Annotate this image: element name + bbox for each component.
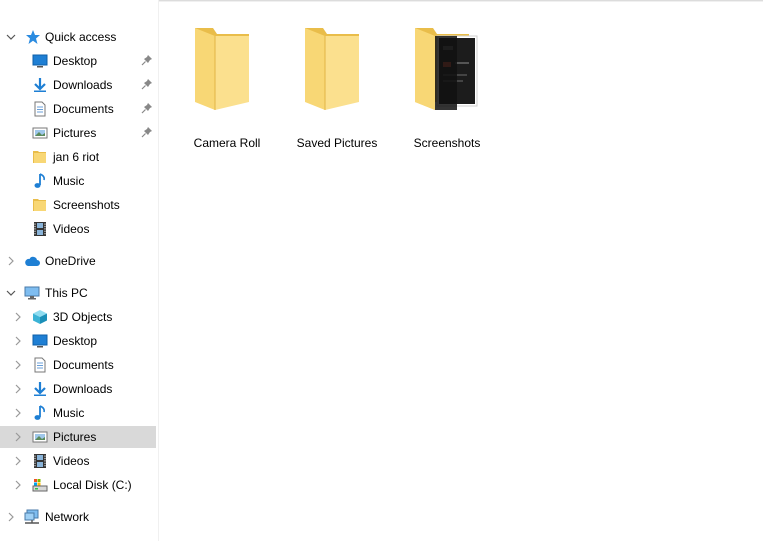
download-arrow-icon xyxy=(32,381,48,397)
nav-label: OneDrive xyxy=(45,254,96,268)
nav-quick-desktop[interactable]: Desktop xyxy=(0,50,156,72)
folder-icon xyxy=(177,22,277,110)
music-note-icon xyxy=(32,405,48,421)
folder-name: Saved Pictures xyxy=(296,136,378,150)
nav-pc-local-disk[interactable]: Local Disk (C:) xyxy=(0,474,156,496)
cloud-icon xyxy=(24,253,40,269)
chevron-right-icon[interactable] xyxy=(13,480,23,490)
nav-this-pc[interactable]: This PC xyxy=(0,282,156,304)
nav-label: Documents xyxy=(53,102,114,116)
folder-item-camera-roll[interactable]: Camera Roll xyxy=(177,22,277,150)
folder-name: Camera Roll xyxy=(193,136,261,150)
chevron-down-icon[interactable] xyxy=(6,288,16,298)
nav-pc-music[interactable]: Music xyxy=(0,402,156,424)
folder-icon xyxy=(32,149,48,165)
nav-quick-music[interactable]: Music xyxy=(0,170,156,192)
pictures-icon xyxy=(32,429,48,445)
nav-network[interactable]: Network xyxy=(0,506,156,528)
document-icon xyxy=(32,357,48,373)
pin-icon[interactable] xyxy=(141,102,153,114)
pictures-icon xyxy=(32,125,48,141)
film-strip-icon xyxy=(32,221,48,237)
nav-label: Screenshots xyxy=(53,198,120,212)
nav-label: Videos xyxy=(53,454,90,468)
nav-label: Pictures xyxy=(53,126,97,140)
nav-label: Network xyxy=(45,510,90,524)
folder-name: Screenshots xyxy=(413,136,481,150)
folder-icon xyxy=(32,197,48,213)
nav-label: Quick access xyxy=(45,30,117,44)
star-icon xyxy=(25,29,41,45)
nav-label: This PC xyxy=(45,286,88,300)
nav-pc-downloads[interactable]: Downloads xyxy=(0,378,156,400)
nav-label: Music xyxy=(53,174,85,188)
nav-pc-documents[interactable]: Documents xyxy=(0,354,156,376)
document-icon xyxy=(32,101,48,117)
nav-label: Music xyxy=(53,406,85,420)
navigation-pane[interactable]: Quick access Desktop Downloads Documents xyxy=(0,0,159,541)
nav-quick-access[interactable]: Quick access xyxy=(0,26,156,48)
desktop-icon xyxy=(32,53,48,69)
chevron-right-icon[interactable] xyxy=(6,512,16,522)
nav-label: 3D Objects xyxy=(53,310,113,324)
nav-onedrive[interactable]: OneDrive xyxy=(0,250,156,272)
file-list[interactable]: Camera Roll Saved Pictures Screenshots xyxy=(159,0,763,541)
nav-quick-videos[interactable]: Videos xyxy=(0,218,156,240)
film-strip-icon xyxy=(32,453,48,469)
folder-item-screenshots[interactable]: Screenshots xyxy=(397,22,497,150)
desktop-icon xyxy=(32,333,48,349)
nav-label: Local Disk (C:) xyxy=(53,478,132,492)
nav-label: Documents xyxy=(53,358,114,372)
nav-label: Downloads xyxy=(53,78,113,92)
nav-label: Pictures xyxy=(53,430,97,444)
monitor-icon xyxy=(24,285,40,301)
chevron-right-icon[interactable] xyxy=(13,456,23,466)
chevron-right-icon[interactable] xyxy=(13,336,23,346)
chevron-down-icon[interactable] xyxy=(6,32,16,42)
chevron-right-icon[interactable] xyxy=(13,312,23,322)
chevron-right-icon[interactable] xyxy=(13,360,23,370)
chevron-right-icon[interactable] xyxy=(13,432,23,442)
nav-pc-3d-objects[interactable]: 3D Objects xyxy=(0,306,156,328)
nav-quick-documents[interactable]: Documents xyxy=(0,98,156,120)
nav-quick-screenshots[interactable]: Screenshots xyxy=(0,194,156,216)
chevron-right-icon[interactable] xyxy=(13,408,23,418)
nav-label: Desktop xyxy=(53,334,98,348)
cube-icon xyxy=(32,309,48,325)
nav-quick-jan-6-riot[interactable]: jan 6 riot xyxy=(0,146,156,168)
pin-icon[interactable] xyxy=(141,78,153,90)
chevron-right-icon[interactable] xyxy=(6,256,16,266)
nav-label: Videos xyxy=(53,222,90,236)
nav-label: Desktop xyxy=(53,54,98,68)
nav-pc-videos[interactable]: Videos xyxy=(0,450,156,472)
pin-icon[interactable] xyxy=(141,126,153,138)
nav-quick-downloads[interactable]: Downloads xyxy=(0,74,156,96)
disk-drive-icon xyxy=(32,477,48,493)
music-note-icon xyxy=(32,173,48,189)
pin-icon[interactable] xyxy=(141,54,153,66)
folder-icon xyxy=(287,22,387,110)
download-arrow-icon xyxy=(32,77,48,93)
nav-quick-pictures[interactable]: Pictures xyxy=(0,122,156,144)
folder-with-preview-icon xyxy=(397,22,497,110)
folder-item-saved-pictures[interactable]: Saved Pictures xyxy=(287,22,387,150)
chevron-right-icon[interactable] xyxy=(13,384,23,394)
network-icon xyxy=(24,509,40,525)
nav-pc-pictures[interactable]: Pictures xyxy=(0,426,156,448)
nav-label: jan 6 riot xyxy=(53,150,100,164)
nav-label: Downloads xyxy=(53,382,113,396)
nav-pc-desktop[interactable]: Desktop xyxy=(0,330,156,352)
